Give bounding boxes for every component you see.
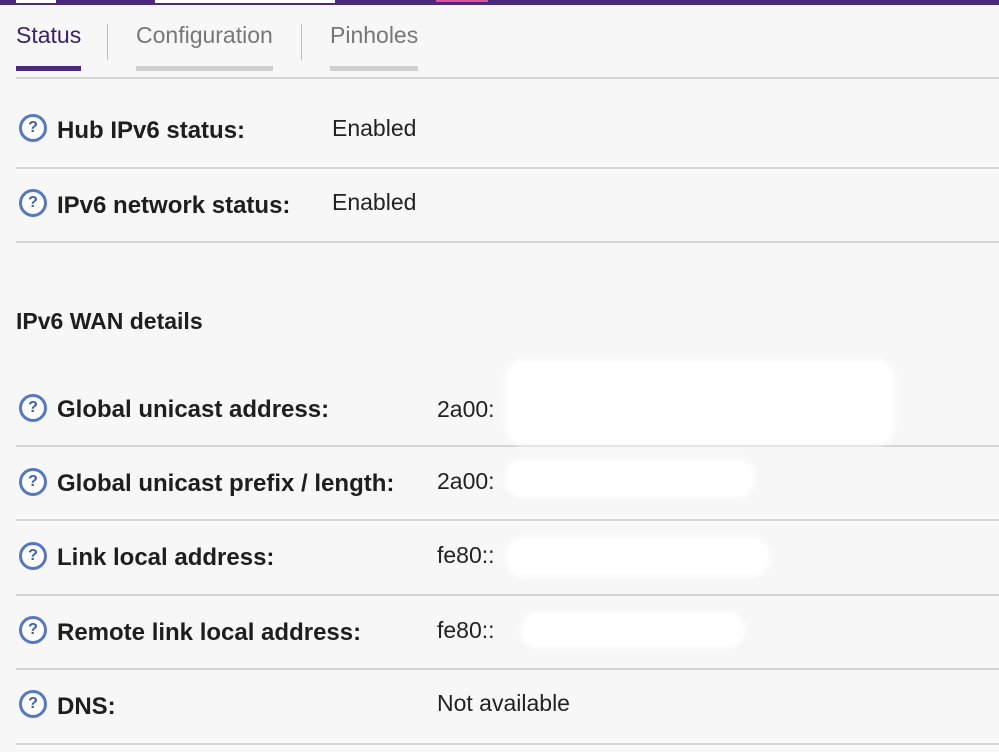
dns-label: DNS: (57, 693, 116, 720)
tab-status-label: Status (16, 22, 82, 48)
row-divider (16, 241, 999, 243)
help-icon[interactable]: ? (19, 468, 47, 496)
help-icon[interactable]: ? (19, 690, 47, 718)
hub-ipv6-status-label: Hub IPv6 status: (57, 117, 246, 144)
hub-ipv6-status-value: Enabled (332, 115, 417, 141)
help-icon[interactable]: ? (19, 542, 47, 570)
tab-bar-divider (16, 77, 999, 79)
tab-pinholes[interactable]: Pinholes (330, 22, 419, 71)
ipv6-network-status-label: IPv6 network status: (57, 192, 291, 219)
ipv6-network-status-value: Enabled (332, 189, 417, 215)
tab-status[interactable]: Status (16, 22, 82, 71)
help-icon[interactable]: ? (19, 114, 47, 142)
tab-pinholes-label: Pinholes (330, 22, 419, 48)
link-local-address-value: fe80:: (437, 542, 495, 568)
redaction-mark (505, 537, 770, 577)
help-icon[interactable]: ? (19, 189, 47, 217)
global-unicast-address-label: Global unicast address: (57, 396, 330, 423)
tab-configuration-underline (136, 66, 273, 71)
help-icon[interactable]: ? (19, 394, 47, 422)
tab-separator (107, 24, 108, 60)
remote-link-local-address-value: fe80:: (437, 617, 495, 643)
tab-configuration[interactable]: Configuration (136, 22, 273, 71)
remote-link-local-address-label: Remote link local address: (57, 619, 362, 646)
global-unicast-prefix-label: Global unicast prefix / length: (57, 470, 395, 497)
tab-separator (301, 24, 302, 60)
dns-value: Not available (437, 690, 570, 716)
row-divider (16, 668, 999, 670)
tab-status-underline (16, 66, 82, 71)
row-divider (16, 167, 999, 169)
redaction-mark (505, 360, 895, 445)
row-divider (16, 519, 999, 521)
ipv6-wan-details-heading: IPv6 WAN details (16, 308, 203, 334)
tab-bar: Status Configuration Pinholes (16, 0, 999, 78)
row-divider (16, 743, 999, 745)
redaction-mark (520, 612, 745, 648)
help-icon[interactable]: ? (19, 616, 47, 644)
tab-configuration-label: Configuration (136, 22, 273, 48)
link-local-address-label: Link local address: (57, 544, 275, 571)
global-unicast-address-value: 2a00: (437, 396, 495, 422)
redaction-mark (505, 458, 755, 498)
global-unicast-prefix-value: 2a00: (437, 468, 495, 494)
tab-pinholes-underline (330, 66, 419, 71)
row-divider (16, 445, 999, 447)
row-divider (16, 594, 999, 596)
